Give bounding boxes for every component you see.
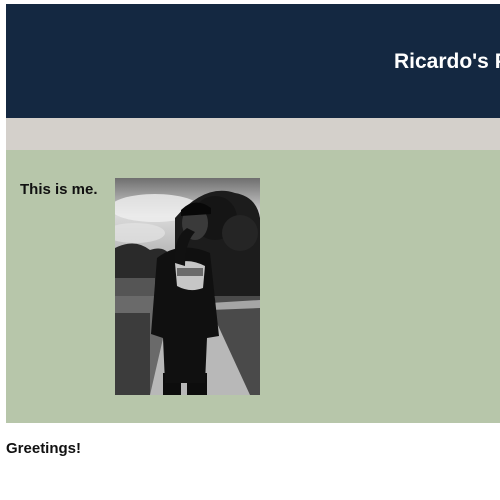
site-title: Ricardo's P [394,50,500,73]
profile-photo [115,178,260,395]
main-content: This is me. [6,150,500,423]
photo-caption: This is me. [20,181,98,198]
site-header: Ricardo's P [6,4,500,118]
nav-bar [6,118,500,150]
greeting-text: Greetings! [6,440,82,457]
